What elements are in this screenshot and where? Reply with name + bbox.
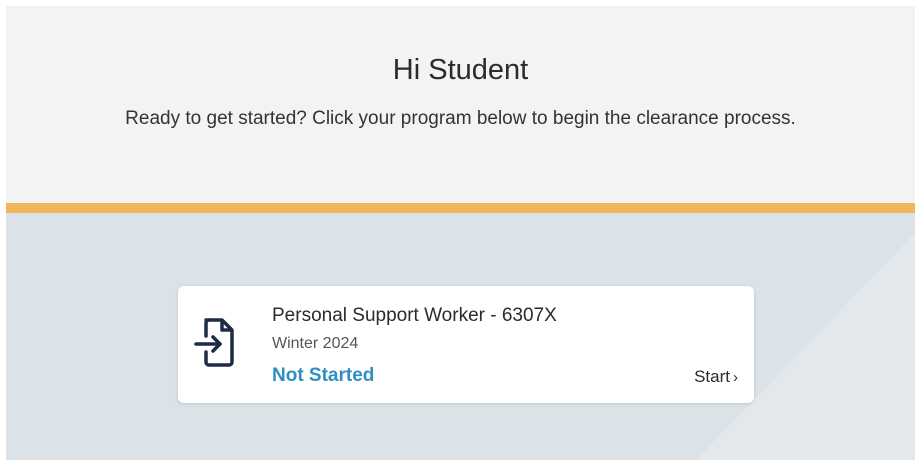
welcome-subtitle: Ready to get started? Click your program…: [125, 108, 796, 129]
program-card[interactable]: Personal Support Worker - 6307X Winter 2…: [178, 286, 754, 403]
chevron-right-icon: ›: [733, 369, 738, 386]
welcome-header: Hi Student Ready to get started? Click y…: [6, 6, 915, 203]
accent-divider: [6, 203, 915, 213]
file-import-icon: [192, 314, 238, 370]
start-button[interactable]: Start ›: [694, 366, 738, 389]
greeting-title: Hi Student: [392, 54, 529, 86]
start-label: Start: [694, 367, 730, 386]
status-label: Not Started: [272, 365, 375, 386]
program-term: Winter 2024: [272, 335, 359, 352]
program-name: Personal Support Worker - 6307X: [272, 305, 557, 326]
program-list-area: Personal Support Worker - 6307X Winter 2…: [6, 213, 915, 460]
page-frame: Hi Student Ready to get started? Click y…: [6, 6, 915, 460]
